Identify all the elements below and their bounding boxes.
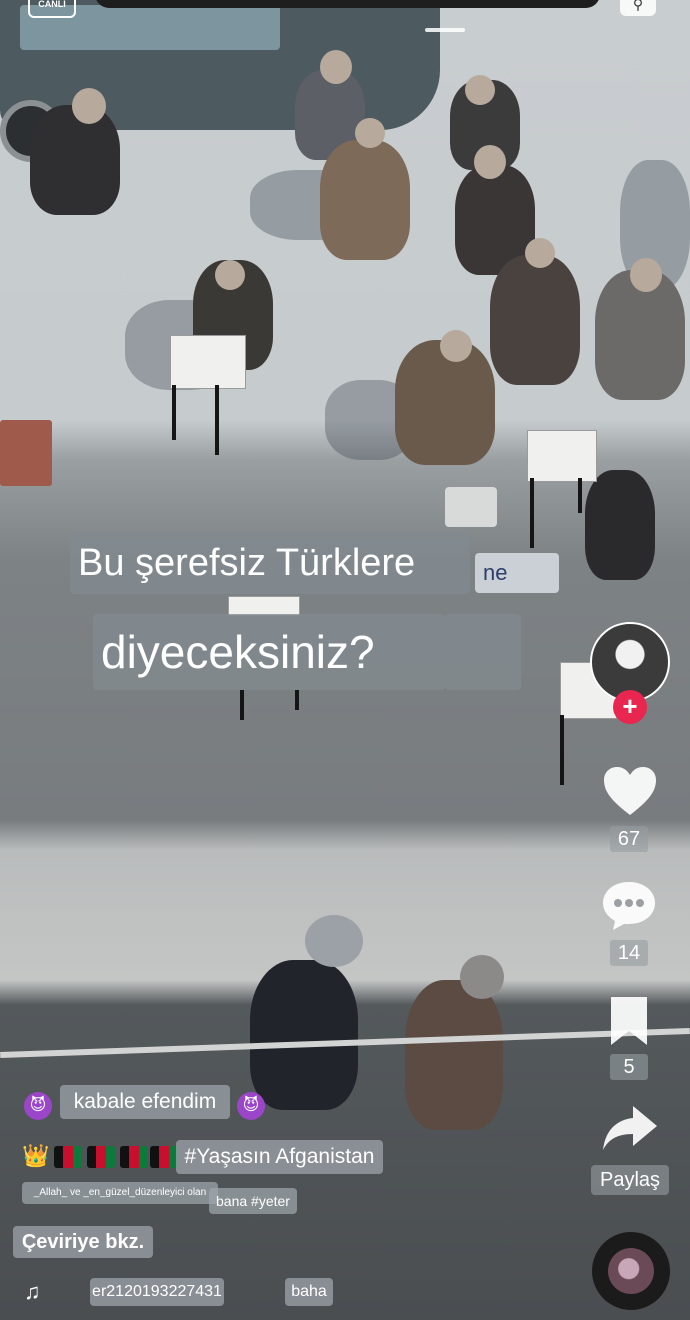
share-icon[interactable] — [601, 1104, 659, 1152]
person-head — [215, 260, 245, 290]
person-head — [630, 258, 662, 292]
afghanistan-flag-icon — [54, 1146, 82, 1168]
stool — [445, 487, 497, 527]
cafe-table — [228, 596, 300, 616]
table-leg — [530, 478, 534, 548]
afghanistan-flag-icon — [87, 1146, 115, 1168]
heart-icon[interactable] — [602, 765, 658, 817]
music-note-icon: ♫ — [24, 1279, 41, 1304]
caption-line-2-pad — [445, 614, 521, 690]
afghanistan-flag-icon — [120, 1146, 148, 1168]
person — [395, 340, 495, 465]
music-username[interactable]: er2120193227431 — [90, 1278, 224, 1306]
person — [30, 105, 120, 215]
table-leg — [295, 690, 299, 710]
walking-person — [250, 960, 358, 1110]
comment-count: 14 — [610, 940, 648, 966]
table-leg — [240, 690, 244, 720]
person-head — [465, 75, 495, 105]
afghanistan-flag-icon — [150, 1146, 178, 1168]
hashtag-yeter[interactable]: bana #yeter — [209, 1188, 297, 1214]
share-label[interactable]: Paylaş — [591, 1165, 669, 1195]
search-icon[interactable]: ⚲ — [620, 0, 656, 16]
person-head — [440, 330, 472, 362]
table-leg — [172, 385, 176, 440]
person — [320, 140, 410, 260]
music-sound-name[interactable]: baha — [285, 1278, 333, 1306]
like-count: 67 — [610, 826, 648, 852]
follow-plus-icon[interactable]: + — [613, 690, 647, 724]
hashtag-yasasin-afganistan[interactable]: #Yaşasın Afganistan — [176, 1140, 383, 1174]
person-head — [525, 238, 555, 268]
translate-link[interactable]: Çeviriye bkz. — [13, 1226, 153, 1258]
live-badge[interactable]: CANLI — [28, 0, 76, 18]
crate — [0, 420, 52, 486]
crown-emoji: 👑 — [22, 1143, 50, 1168]
person-head — [460, 955, 504, 999]
cafe-table — [170, 335, 246, 389]
caption-line-2: diyeceksiniz? — [93, 614, 445, 690]
description-kabale: kabale efendim — [60, 1085, 230, 1119]
person-head — [474, 145, 506, 179]
caption-line-1: Bu şerefsiz Türklere — [70, 532, 470, 594]
person-head — [72, 88, 106, 124]
music-disc-cover — [608, 1248, 654, 1294]
walking-person — [405, 980, 503, 1130]
cafe-table — [527, 430, 597, 482]
caption-line-1-suffix: ne — [475, 553, 559, 593]
devil-emoji: 😈 — [237, 1092, 265, 1120]
table-leg — [560, 715, 564, 785]
comment-icon[interactable] — [601, 880, 657, 932]
table-leg — [215, 385, 219, 455]
table-leg — [578, 478, 582, 513]
person — [585, 470, 655, 580]
description-small-tag: _Allah_ ve _en_güzel_düzenleyici olan — [22, 1182, 218, 1204]
devil-emoji: 😈 — [24, 1092, 52, 1120]
drag-handle[interactable] — [425, 28, 465, 32]
person-head — [355, 118, 385, 148]
person-head — [305, 915, 363, 967]
person — [490, 255, 580, 385]
bookmark-icon[interactable] — [608, 995, 650, 1047]
person-head — [320, 50, 352, 84]
top-notch-bar — [95, 0, 600, 8]
save-count: 5 — [610, 1054, 648, 1080]
